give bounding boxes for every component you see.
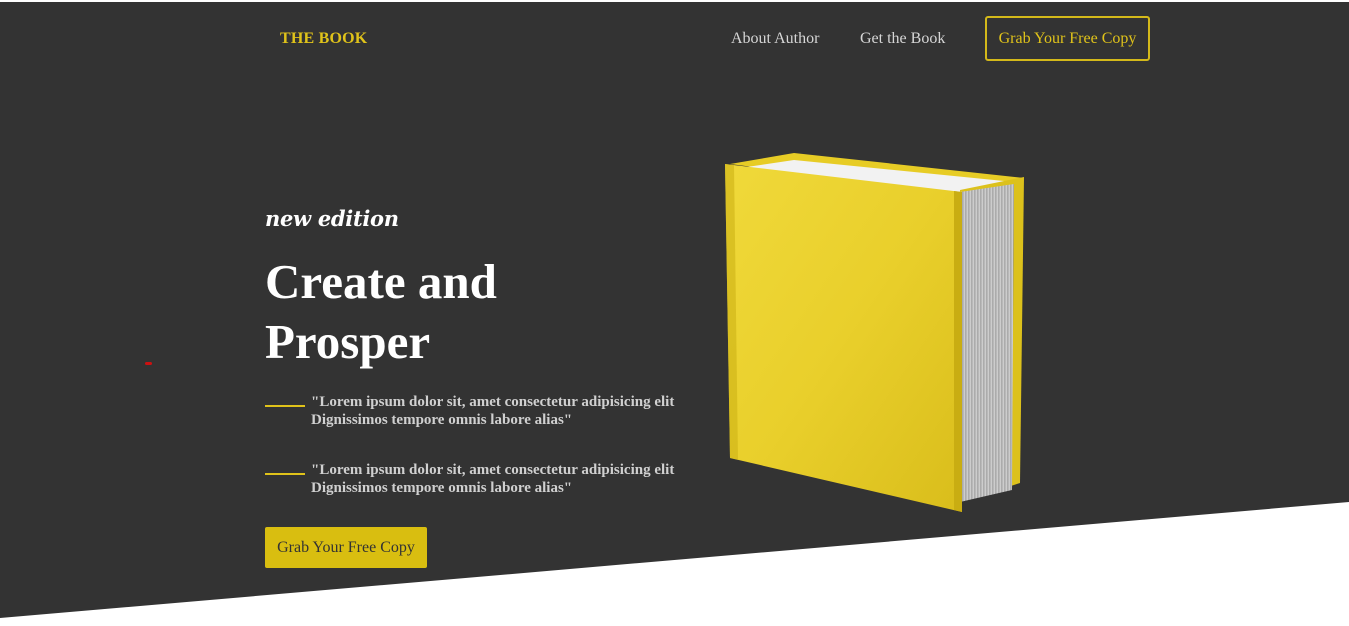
edition-kicker: new edition (265, 206, 399, 231)
quote-accent-line (265, 473, 305, 475)
quote-item: "Lorem ipsum dolor sit, amet consectetur… (265, 393, 695, 433)
nav-link-about-author[interactable]: About Author (731, 30, 819, 48)
book-cover-image (722, 150, 1028, 516)
title-line-1: Create and (265, 254, 497, 309)
nav-link-get-the-book[interactable]: Get the Book (860, 30, 945, 48)
quote-text: "Lorem ipsum dolor sit, amet consectetur… (311, 394, 675, 428)
top-navigation: THE BOOK About Author Get the Book Grab … (0, 16, 1349, 64)
title-line-2: Prosper (265, 314, 431, 369)
page-title: Create and Prosper (265, 252, 585, 372)
quote-text: "Lorem ipsum dolor sit, amet consectetur… (311, 462, 675, 496)
yellow-book-icon (725, 153, 1024, 512)
brand-logo[interactable]: THE BOOK (280, 30, 367, 48)
hero-grab-free-copy-button[interactable]: Grab Your Free Copy (265, 527, 427, 568)
cursor-marker (145, 362, 152, 365)
hero-section (0, 2, 1349, 618)
nav-grab-free-copy-button[interactable]: Grab Your Free Copy (985, 16, 1150, 61)
quote-item: "Lorem ipsum dolor sit, amet consectetur… (265, 461, 695, 501)
quote-accent-line (265, 405, 305, 407)
